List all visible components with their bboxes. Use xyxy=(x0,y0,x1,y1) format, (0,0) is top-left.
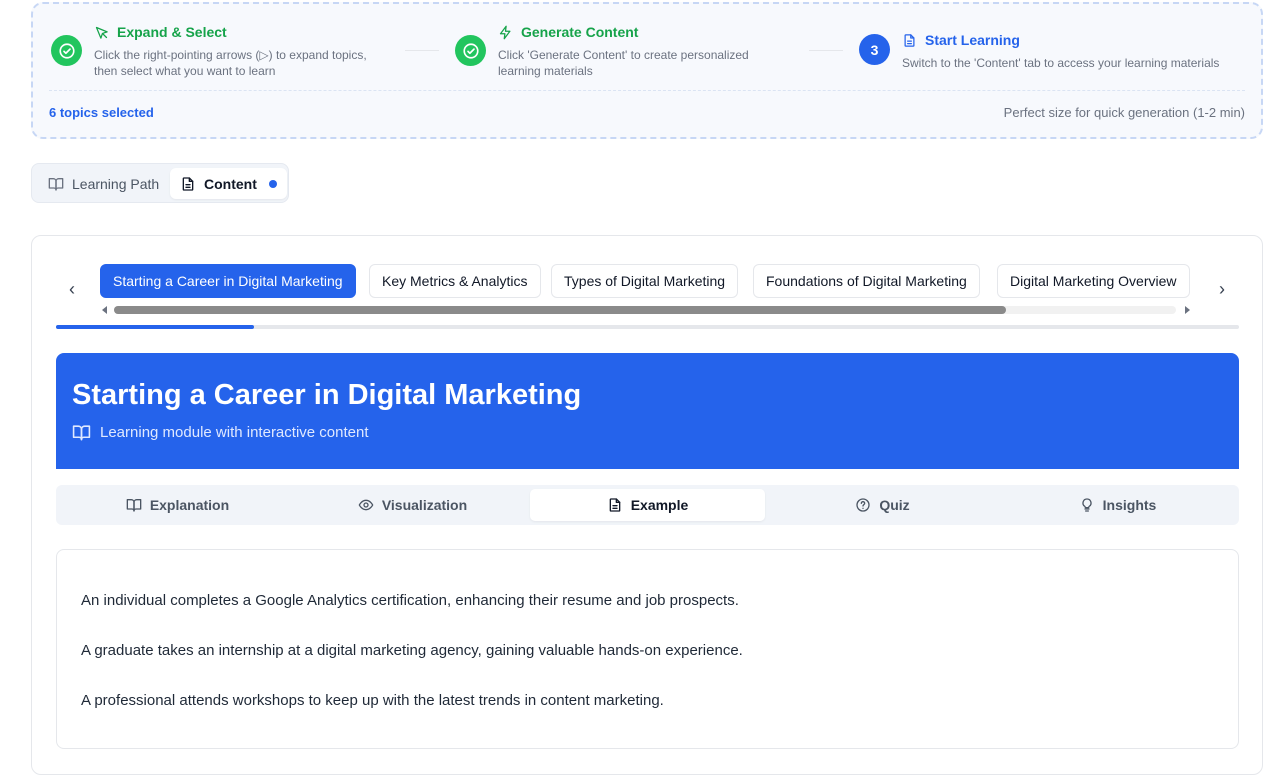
steps-row: Expand & Select Click the right-pointing… xyxy=(49,4,1249,90)
content-card: ‹ Starting a Career in Digital Marketing… xyxy=(31,235,1263,775)
module-subtitle: Learning module with interactive content xyxy=(100,424,369,441)
topic-progress-fill xyxy=(56,325,254,329)
tab-explanation[interactable]: Explanation xyxy=(60,489,295,521)
document-icon xyxy=(904,33,915,47)
step-expand-select: Expand & Select Click the right-pointing… xyxy=(49,4,389,90)
step-description-line: Click 'Generate Content' to create perso… xyxy=(498,48,749,62)
module-sub-tab-bar: Explanation Visualization Example Quiz I… xyxy=(56,485,1239,525)
topic-chip[interactable]: Types of Digital Marketing xyxy=(551,264,739,298)
new-content-dot xyxy=(268,179,277,188)
cursor-click-icon xyxy=(95,26,108,39)
step-title: Expand & Select xyxy=(117,24,227,40)
topic-chip[interactable]: Digital Marketing Overview xyxy=(997,264,1190,298)
eye-icon xyxy=(358,499,374,511)
book-open-icon xyxy=(126,499,142,512)
topic-chip-active[interactable]: Starting a Career in Digital Marketing xyxy=(100,264,356,298)
topic-chip[interactable]: Foundations of Digital Marketing xyxy=(753,264,980,298)
book-open-icon xyxy=(48,177,64,191)
tab-insights[interactable]: Insights xyxy=(1000,489,1235,521)
book-open-icon xyxy=(72,425,91,441)
step-description-line: then select what you want to learn xyxy=(94,64,276,78)
topic-scroll-next-button[interactable]: › xyxy=(1210,277,1234,301)
step-complete-check xyxy=(51,35,82,66)
example-item: A professional attends workshops to keep… xyxy=(81,692,664,709)
example-content-panel: An individual completes a Google Analyti… xyxy=(56,549,1239,749)
step-separator xyxy=(405,50,439,51)
step-generate-content: Generate Content Click 'Generate Content… xyxy=(453,4,798,90)
tab-content[interactable]: Content xyxy=(170,168,287,199)
tab-label: Content xyxy=(204,175,257,192)
generation-time-note: Perfect size for quick generation (1-2 m… xyxy=(1003,105,1245,120)
main-tab-bar: Learning Path Content xyxy=(31,163,289,203)
scroll-left-arrow-icon[interactable] xyxy=(102,306,107,314)
topic-chip-strip: Starting a Career in Digital Marketing K… xyxy=(100,264,1200,300)
example-item: A graduate takes an internship at a digi… xyxy=(81,642,743,659)
check-circle-icon xyxy=(58,42,75,59)
tab-label: Quiz xyxy=(879,497,910,513)
step-start-learning: 3 Start Learning Switch to the 'Content'… xyxy=(857,4,1249,90)
scroll-right-arrow-icon[interactable] xyxy=(1185,306,1190,314)
tab-visualization[interactable]: Visualization xyxy=(295,489,530,521)
tab-label: Learning Path xyxy=(72,175,160,192)
tab-label: Explanation xyxy=(149,497,230,513)
tab-label: Example xyxy=(630,497,689,513)
lightning-icon xyxy=(499,25,511,39)
document-icon xyxy=(182,176,194,191)
tab-quiz[interactable]: Quiz xyxy=(765,489,1000,521)
example-item: An individual completes a Google Analyti… xyxy=(81,592,739,609)
tab-label: Visualization xyxy=(381,497,468,513)
tab-label: Insights xyxy=(1102,497,1157,513)
topic-chip[interactable]: Key Metrics & Analytics xyxy=(369,264,541,298)
step-description-line: Switch to the 'Content' tab to access yo… xyxy=(902,56,1220,70)
module-title: Starting a Career in Digital Marketing xyxy=(72,379,582,411)
topic-scroll-prev-button[interactable]: ‹ xyxy=(60,277,84,301)
step-description-line: Click the right-pointing arrows (▷) to e… xyxy=(94,48,367,62)
step-title: Generate Content xyxy=(521,24,639,40)
module-header: Starting a Career in Digital Marketing L… xyxy=(56,353,1239,469)
step-description-line: learning materials xyxy=(498,64,593,78)
tab-example[interactable]: Example xyxy=(530,489,765,521)
step-number-badge: 3 xyxy=(859,34,890,65)
document-icon xyxy=(609,498,621,512)
step-complete-check xyxy=(455,35,486,66)
scrollbar-thumb[interactable] xyxy=(114,306,1006,314)
check-circle-icon xyxy=(462,42,479,59)
help-circle-icon xyxy=(856,498,870,512)
topic-strip-scrollbar[interactable] xyxy=(100,304,1192,316)
topic-progress-bar xyxy=(56,325,1239,329)
tab-learning-path[interactable]: Learning Path xyxy=(38,168,169,199)
lightbulb-icon xyxy=(1081,498,1092,512)
steps-divider xyxy=(49,90,1245,91)
step-separator xyxy=(809,50,843,51)
onboarding-steps-panel: Expand & Select Click the right-pointing… xyxy=(31,2,1263,139)
selected-topics-count: 6 topics selected xyxy=(49,105,154,120)
step-title: Start Learning xyxy=(925,32,1020,48)
